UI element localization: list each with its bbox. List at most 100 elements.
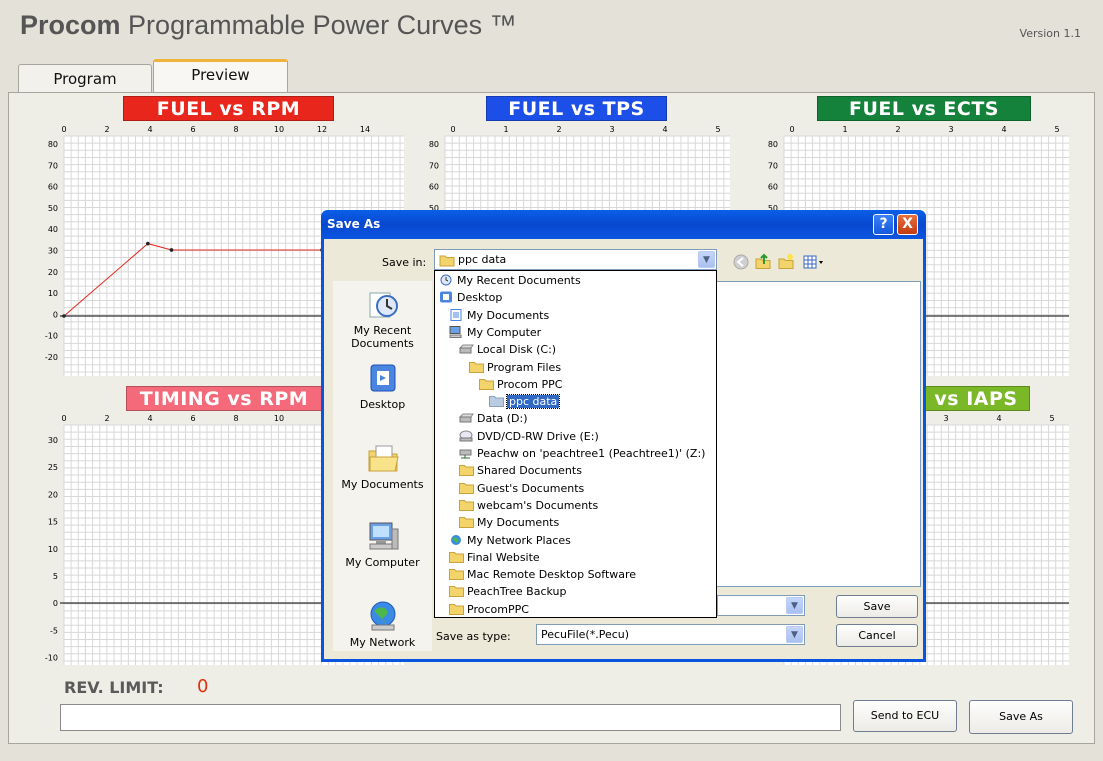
data-point bbox=[62, 314, 66, 318]
y-tick-label: 80 bbox=[768, 140, 778, 149]
dropdown-item-label: My Documents bbox=[467, 308, 550, 322]
dropdown-item[interactable]: Desktop bbox=[439, 289, 502, 306]
help-button[interactable]: ? bbox=[873, 214, 894, 235]
y-tick-label: -20 bbox=[45, 353, 58, 362]
file-list[interactable] bbox=[714, 281, 921, 587]
y-tick-label: 50 bbox=[48, 204, 58, 213]
views-menu-icon[interactable] bbox=[802, 253, 826, 271]
network-drive-icon bbox=[459, 447, 474, 459]
x-tick-label: 2 bbox=[104, 125, 109, 134]
save-as-type-value: PecuFile(*.Pecu) bbox=[541, 628, 630, 641]
my-computer-icon bbox=[369, 522, 398, 550]
close-button[interactable]: X bbox=[897, 214, 918, 235]
dropdown-item[interactable]: Guest's Documents bbox=[459, 480, 584, 497]
folder-icon bbox=[449, 551, 464, 563]
x-tick-label: 0 bbox=[789, 125, 794, 134]
x-tick-label: 8 bbox=[233, 125, 238, 134]
dropdown-item[interactable]: ProcomPPC bbox=[449, 601, 529, 618]
save-as-type-combo[interactable]: PecuFile(*.Pecu) ▼ bbox=[536, 624, 805, 645]
app-title-text: Programmable Power Curves ™ bbox=[128, 10, 517, 40]
folder-icon bbox=[449, 585, 464, 598]
x-tick-label: 4 bbox=[147, 125, 152, 134]
dropdown-item[interactable]: ppc data bbox=[489, 393, 561, 410]
documents-icon bbox=[449, 308, 464, 321]
x-tick-label: 2 bbox=[895, 125, 900, 134]
dialog-title: Save As bbox=[327, 217, 381, 231]
y-tick-label: 60 bbox=[768, 183, 778, 192]
y-tick-label: 20 bbox=[48, 490, 58, 499]
y-tick-label: 15 bbox=[48, 518, 58, 527]
cancel-button[interactable]: Cancel bbox=[836, 624, 918, 647]
dropdown-item[interactable]: Data (D:) bbox=[458, 410, 528, 427]
x-tick-label: 4 bbox=[147, 414, 152, 423]
rev-limit-value[interactable]: 0 bbox=[197, 676, 208, 697]
dropdown-item-label: PeachTree Backup bbox=[467, 585, 567, 599]
tab-program[interactable]: Program bbox=[18, 64, 152, 92]
folder-icon bbox=[479, 378, 494, 390]
folder-icon bbox=[439, 254, 455, 270]
recent-documents-icon bbox=[369, 292, 398, 318]
folder-icon bbox=[449, 568, 464, 581]
dropdown-item[interactable]: Peachw on 'peachtree1 (Peachtree1)' (Z:) bbox=[459, 445, 705, 462]
dropdown-item-label: Mac Remote Desktop Software bbox=[467, 568, 637, 582]
dropdown-item[interactable]: DVD/CD-RW Drive (E:) bbox=[459, 428, 599, 445]
desktop-icon bbox=[370, 364, 395, 392]
new-folder-icon[interactable] bbox=[777, 253, 795, 271]
dropdown-item[interactable]: My Documents bbox=[459, 514, 559, 531]
file-name-combo[interactable]: ▼ bbox=[717, 595, 805, 616]
x-tick-label: 10 bbox=[274, 414, 284, 423]
app-version: Version 1.1 bbox=[1019, 27, 1081, 40]
place-recent-documents[interactable]: My Recent Documents bbox=[333, 287, 432, 350]
place-label-my-documents: My Documents bbox=[341, 478, 424, 491]
place-my-computer[interactable]: My Computer bbox=[333, 519, 432, 569]
save-as-dialog: Save As ? X Save in: ppc data ▼ My Recen… bbox=[321, 210, 926, 662]
my-network-icon bbox=[370, 601, 395, 631]
back-icon[interactable] bbox=[732, 253, 750, 271]
dropdown-item[interactable]: My Documents bbox=[449, 307, 549, 324]
dropdown-item-label: My Computer bbox=[467, 325, 542, 339]
y-tick-label: 80 bbox=[429, 140, 439, 149]
dropdown-item[interactable]: webcam's Documents bbox=[459, 497, 598, 514]
save-as-button[interactable]: Save As bbox=[969, 700, 1073, 734]
dropdown-item[interactable]: My Recent Documents bbox=[439, 272, 581, 289]
save-in-dropdown[interactable]: My Recent Documents Desktop My Documents My… bbox=[434, 270, 717, 618]
dropdown-item-label: Shared Documents bbox=[477, 464, 582, 478]
x-tick-label: 10 bbox=[274, 125, 284, 134]
dropdown-item[interactable]: Program Files bbox=[469, 359, 561, 376]
place-my-documents[interactable]: My Documents bbox=[333, 441, 432, 491]
dropdown-item[interactable]: Mac Remote Desktop Software bbox=[449, 566, 636, 583]
dropdown-item[interactable]: My Network Places bbox=[449, 532, 571, 549]
y-tick-label: 60 bbox=[429, 183, 439, 192]
dropdown-item-label: Procom PPC bbox=[497, 377, 563, 391]
chevron-down-icon[interactable]: ▼ bbox=[786, 626, 803, 643]
y-tick-label: 10 bbox=[48, 545, 58, 554]
status-input[interactable] bbox=[60, 704, 841, 731]
dropdown-item[interactable]: My Computer bbox=[449, 324, 541, 341]
dialog-titlebar[interactable]: Save As ? X bbox=[321, 210, 926, 239]
dropdown-item[interactable]: Shared Documents bbox=[459, 462, 582, 479]
tab-preview[interactable]: Preview bbox=[153, 59, 288, 93]
dropdown-item[interactable]: Final Website bbox=[449, 549, 540, 566]
send-to-ecu-button[interactable]: Send to ECU bbox=[853, 700, 957, 732]
dropdown-item[interactable]: PeachTree Backup bbox=[449, 583, 567, 600]
dropdown-item[interactable]: Procom PPC bbox=[479, 376, 562, 393]
y-tick-label: 70 bbox=[768, 161, 778, 170]
place-label-my-computer: My Computer bbox=[345, 556, 420, 569]
chevron-down-icon[interactable]: ▼ bbox=[698, 251, 715, 268]
x-tick-label: 4 bbox=[662, 125, 667, 134]
place-label-recent: My Recent Documents bbox=[351, 324, 414, 350]
place-desktop[interactable]: Desktop bbox=[333, 361, 432, 411]
dropdown-item-label: My Network Places bbox=[467, 533, 571, 547]
chart-title-fuel-ects: FUEL vs ECTS bbox=[817, 96, 1031, 121]
save-in-combo[interactable]: ppc data ▼ bbox=[434, 249, 717, 270]
place-my-network[interactable]: My Network bbox=[333, 599, 432, 649]
desktop-icon bbox=[439, 291, 454, 303]
y-tick-label: 0 bbox=[53, 310, 58, 319]
up-folder-icon[interactable] bbox=[754, 253, 772, 271]
y-tick-label: 20 bbox=[48, 268, 58, 277]
chevron-down-icon[interactable]: ▼ bbox=[786, 597, 803, 614]
save-button[interactable]: Save bbox=[836, 595, 918, 618]
place-label-my-network: My Network bbox=[349, 636, 416, 649]
dropdown-item[interactable]: Local Disk (C:) bbox=[458, 341, 556, 358]
x-tick-label: 0 bbox=[61, 125, 66, 134]
